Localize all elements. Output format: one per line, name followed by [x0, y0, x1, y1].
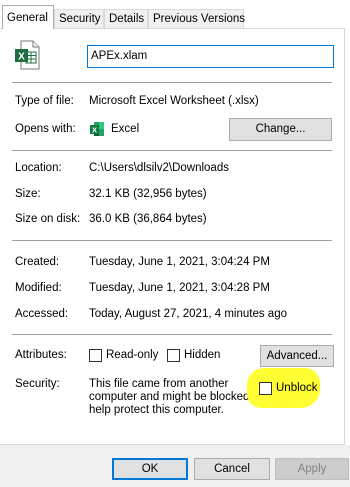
hidden-checkbox[interactable]: [167, 349, 180, 362]
filename-text: APEx.xlam: [91, 50, 148, 62]
readonly-checkbox[interactable]: [89, 349, 102, 362]
security-label: Security:: [15, 378, 60, 390]
tab-security[interactable]: Security: [54, 9, 104, 28]
filename-input[interactable]: APEx.xlam: [87, 45, 334, 68]
security-message-line: This file came from another: [89, 378, 229, 390]
size-on-disk-label: Size on disk:: [15, 213, 81, 225]
separator: [12, 240, 332, 241]
location-value: C:\Users\dlsilv2\Downloads: [89, 162, 229, 174]
type-label: Type of file:: [15, 95, 74, 107]
tab-security-label: Security: [59, 13, 101, 25]
ok-button[interactable]: OK: [112, 458, 188, 480]
apply-button[interactable]: Apply: [275, 458, 349, 480]
separator: [12, 150, 332, 151]
accessed-label: Accessed:: [15, 308, 69, 320]
svg-text:X: X: [92, 126, 97, 135]
separator: [12, 82, 332, 83]
size-label: Size:: [15, 188, 41, 200]
change-button[interactable]: Change...: [229, 118, 332, 141]
hidden-label: Hidden: [184, 349, 221, 361]
tab-strip: General Security Details Previous Versio…: [0, 0, 350, 29]
tab-previous-versions[interactable]: Previous Versions: [148, 9, 246, 28]
advanced-button[interactable]: Advanced...: [260, 345, 334, 367]
tab-details[interactable]: Details: [104, 9, 148, 28]
location-label: Location:: [15, 162, 62, 174]
separator: [12, 334, 332, 335]
size-on-disk-value: 36.0 KB (36,864 bytes): [89, 213, 207, 225]
created-value: Tuesday, June 1, 2021, 3:04:24 PM: [89, 256, 270, 268]
size-value: 32.1 KB (32,956 bytes): [89, 188, 207, 200]
security-message-line: computer and might be blocked to: [89, 391, 263, 403]
created-label: Created:: [15, 256, 60, 268]
tab-general[interactable]: General: [2, 5, 54, 29]
accessed-value: Today, August 27, 2021, 4 minutes ago: [89, 308, 287, 320]
security-message-line: help protect this computer.: [89, 404, 224, 416]
modified-label: Modified:: [15, 282, 62, 294]
excel-app-icon: X: [89, 121, 105, 137]
unblock-checkbox[interactable]: [259, 382, 272, 395]
tab-details-label: Details: [109, 13, 145, 25]
attributes-label: Attributes:: [15, 349, 67, 361]
tab-previous-versions-label: Previous Versions: [153, 13, 246, 25]
svg-text:X: X: [18, 52, 25, 63]
cancel-button[interactable]: Cancel: [194, 458, 270, 480]
readonly-label: Read-only: [106, 349, 159, 361]
type-value: Microsoft Excel Worksheet (.xlsx): [89, 95, 259, 107]
opens-with-label: Opens with:: [15, 123, 76, 135]
excel-file-icon: X: [14, 40, 40, 70]
modified-value: Tuesday, June 1, 2021, 3:04:28 PM: [89, 282, 270, 294]
security-message: This file came from another computer and…: [89, 378, 262, 417]
dialog-footer: OK Cancel Apply: [0, 445, 350, 487]
unblock-label: Unblock: [276, 382, 318, 394]
opens-with-value: Excel: [111, 123, 140, 135]
tab-general-label: General: [7, 12, 48, 24]
